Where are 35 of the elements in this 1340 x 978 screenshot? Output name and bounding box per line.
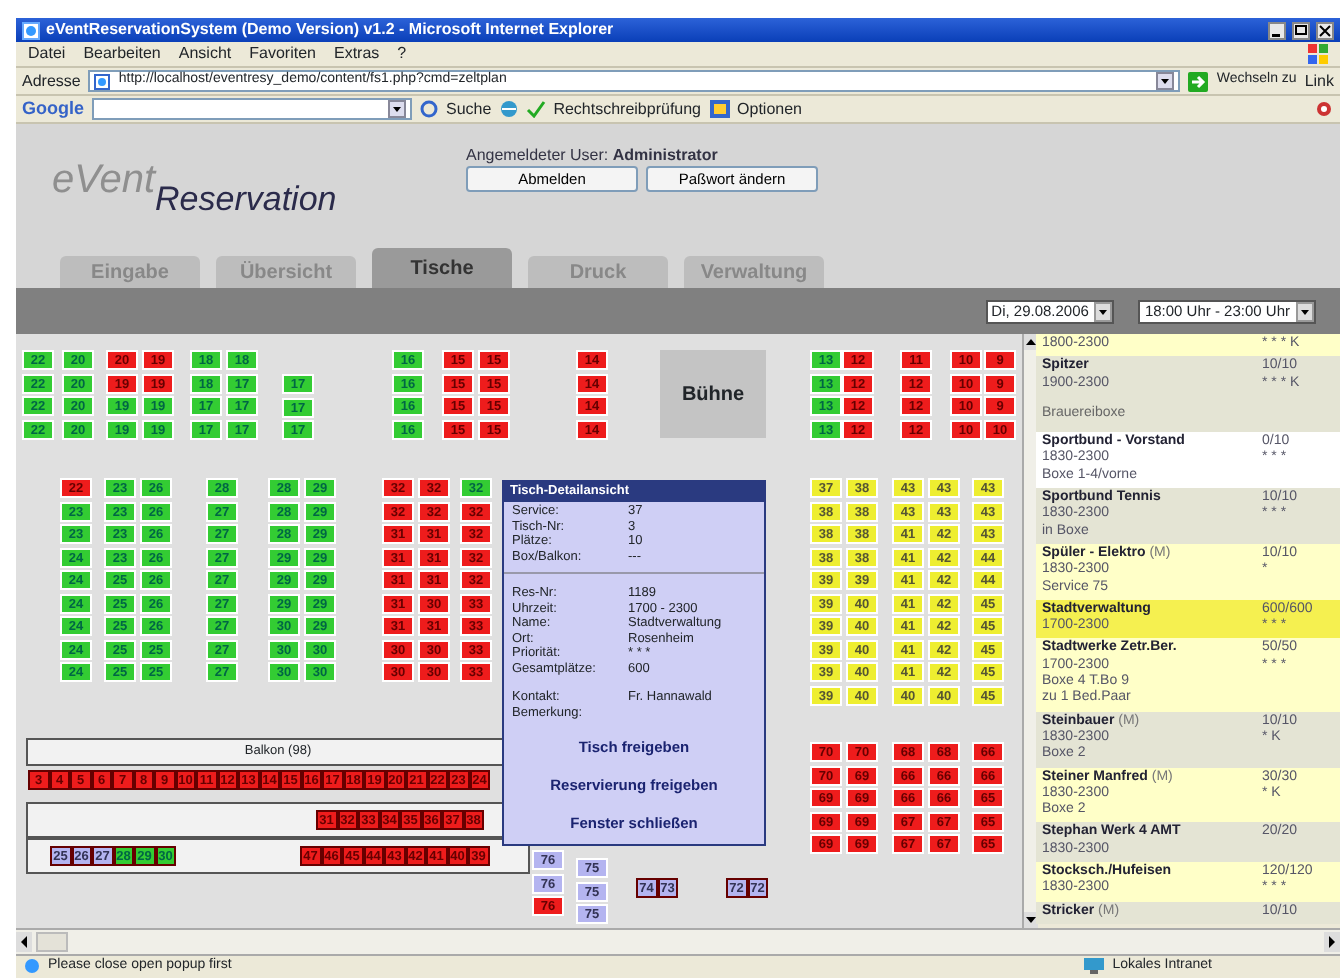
- maximize-icon[interactable]: [1292, 21, 1310, 39]
- scrollbar[interactable]: [1022, 334, 1036, 928]
- stage-area: Bühne: [660, 350, 766, 438]
- horizontal-scrollbar[interactable]: [16, 928, 1340, 954]
- go-arrow-icon[interactable]: [1188, 71, 1209, 91]
- menu-item[interactable]: Ansicht: [178, 42, 232, 66]
- google-logo[interactable]: Google: [22, 95, 84, 123]
- menu-item[interactable]: Datei: [28, 42, 66, 66]
- scroll-left-icon[interactable]: [16, 932, 32, 952]
- window-title: eVentReservationSystem (Demo Version) v1.2 - Microsoft Internet Explorer: [46, 18, 616, 42]
- close-icon[interactable]: [1316, 21, 1334, 39]
- browser-icon: [22, 21, 40, 39]
- links-label[interactable]: Link: [1304, 69, 1334, 93]
- options-icon[interactable]: [709, 100, 730, 118]
- menu-item[interactable]: Extras: [333, 42, 380, 66]
- scroll-thumb[interactable]: [36, 932, 68, 952]
- minimize-icon[interactable]: [1268, 21, 1286, 39]
- spellcheck-button[interactable]: Rechtschreibprüfung: [553, 97, 702, 121]
- logo-faded-text: eVent: [52, 160, 156, 200]
- windows-logo-icon: [1308, 44, 1328, 64]
- tab[interactable]: Tische: [372, 248, 512, 288]
- options-button[interactable]: Optionen: [737, 97, 802, 121]
- logo-text: Reservation: [155, 182, 337, 216]
- scroll-right-icon[interactable]: [1324, 932, 1340, 952]
- intranet-icon: [1084, 958, 1105, 974]
- page-icon: [94, 73, 111, 89]
- address-label: Adresse: [22, 69, 81, 93]
- logged-in-user: Angemeldeter User: Administrator: [466, 144, 718, 168]
- search-icon[interactable]: [420, 100, 438, 118]
- google-search-field[interactable]: [92, 98, 412, 120]
- menu-item[interactable]: ?: [397, 42, 407, 66]
- menu-item[interactable]: Bearbeiten: [83, 42, 161, 66]
- spellcheck-icon[interactable]: [525, 100, 546, 118]
- search-button[interactable]: Suche: [446, 97, 492, 121]
- menu-item[interactable]: Favoriten: [249, 42, 316, 66]
